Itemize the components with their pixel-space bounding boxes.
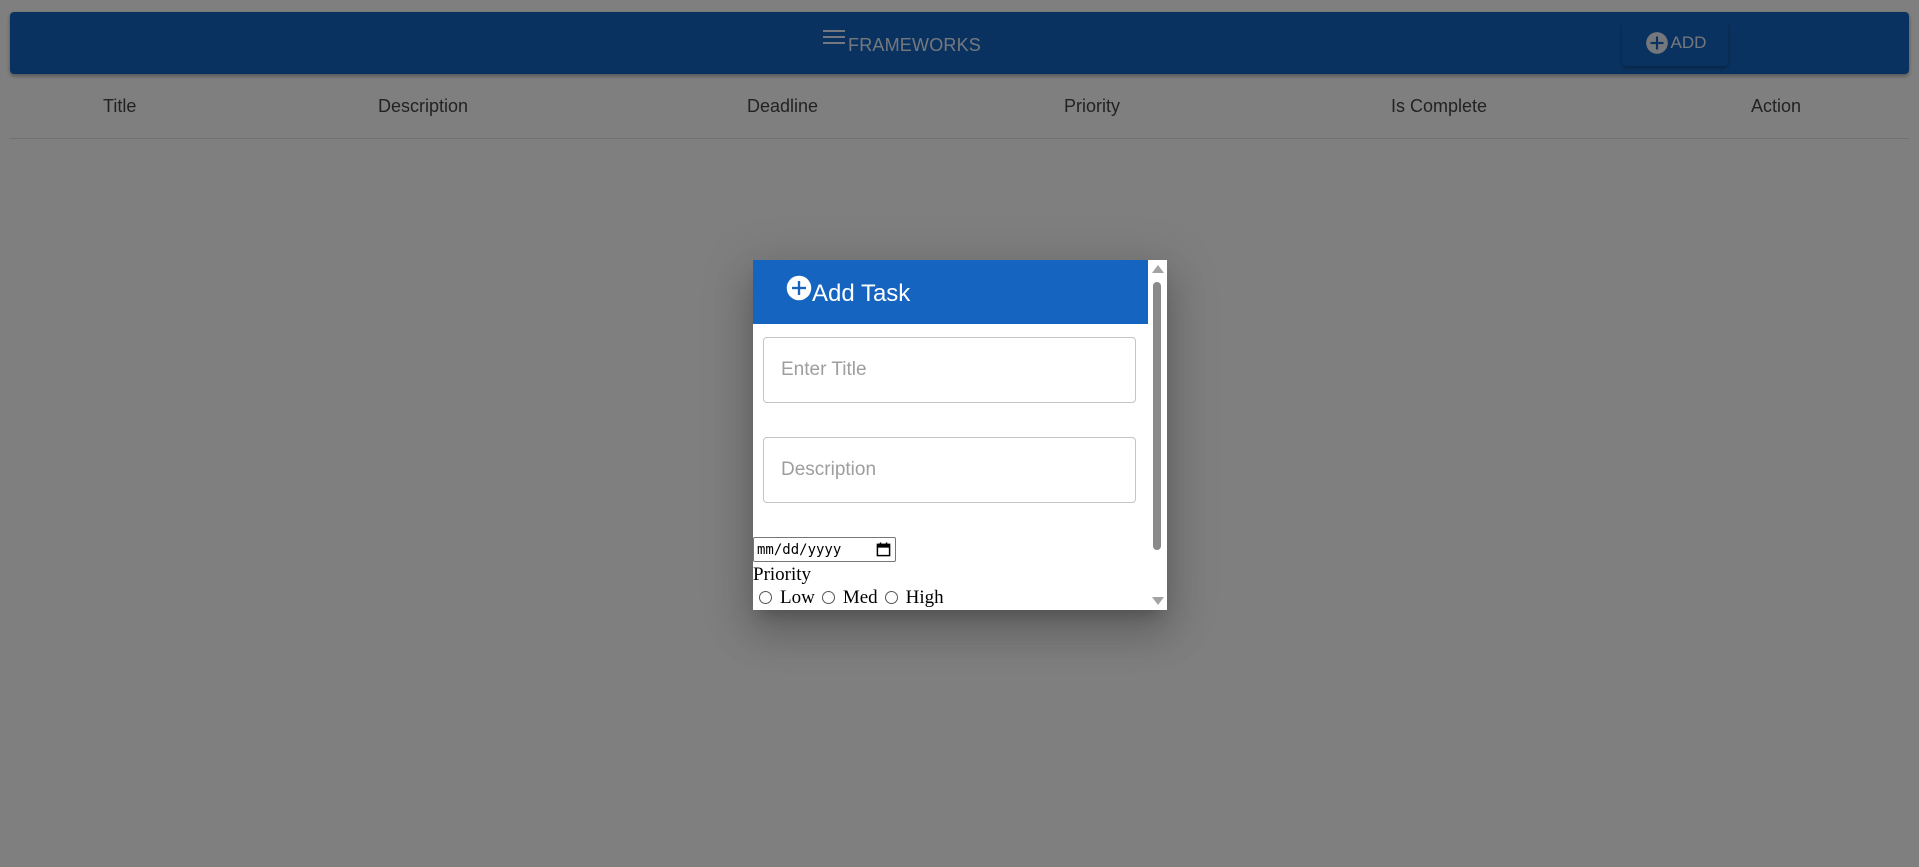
title-input[interactable]	[763, 337, 1136, 403]
calendar-icon[interactable]	[876, 542, 891, 557]
priority-option-label: High	[905, 587, 944, 608]
date-placeholder: mm/dd/yyyy	[757, 541, 842, 558]
scroll-down-arrow-icon[interactable]	[1152, 597, 1164, 605]
deadline-date-input[interactable]: mm/dd/yyyy	[753, 537, 896, 562]
priority-label: Priority	[753, 564, 812, 585]
dialog-scrollbar[interactable]	[1148, 260, 1167, 610]
scroll-thumb[interactable]	[1153, 282, 1161, 550]
priority-radio-high[interactable]	[884, 590, 898, 604]
priority-option-label: Med	[842, 587, 878, 608]
description-input[interactable]	[763, 437, 1136, 503]
priority-radio-low[interactable]	[759, 590, 772, 604]
add-task-dialog: Add Task mm/dd/yyyy Priority Low Med Hig…	[753, 260, 1167, 610]
dialog-content: Add Task mm/dd/yyyy Priority Low Med Hig…	[753, 260, 1148, 610]
scroll-up-arrow-icon[interactable]	[1152, 265, 1164, 273]
dialog-header: Add Task	[753, 260, 1148, 324]
priority-radio-group: Low Med High	[753, 587, 945, 609]
dialog-title: Add Task	[812, 280, 911, 307]
priority-option-label: Low	[780, 587, 815, 608]
priority-radio-med[interactable]	[821, 590, 835, 604]
add-circle-icon	[786, 275, 812, 301]
